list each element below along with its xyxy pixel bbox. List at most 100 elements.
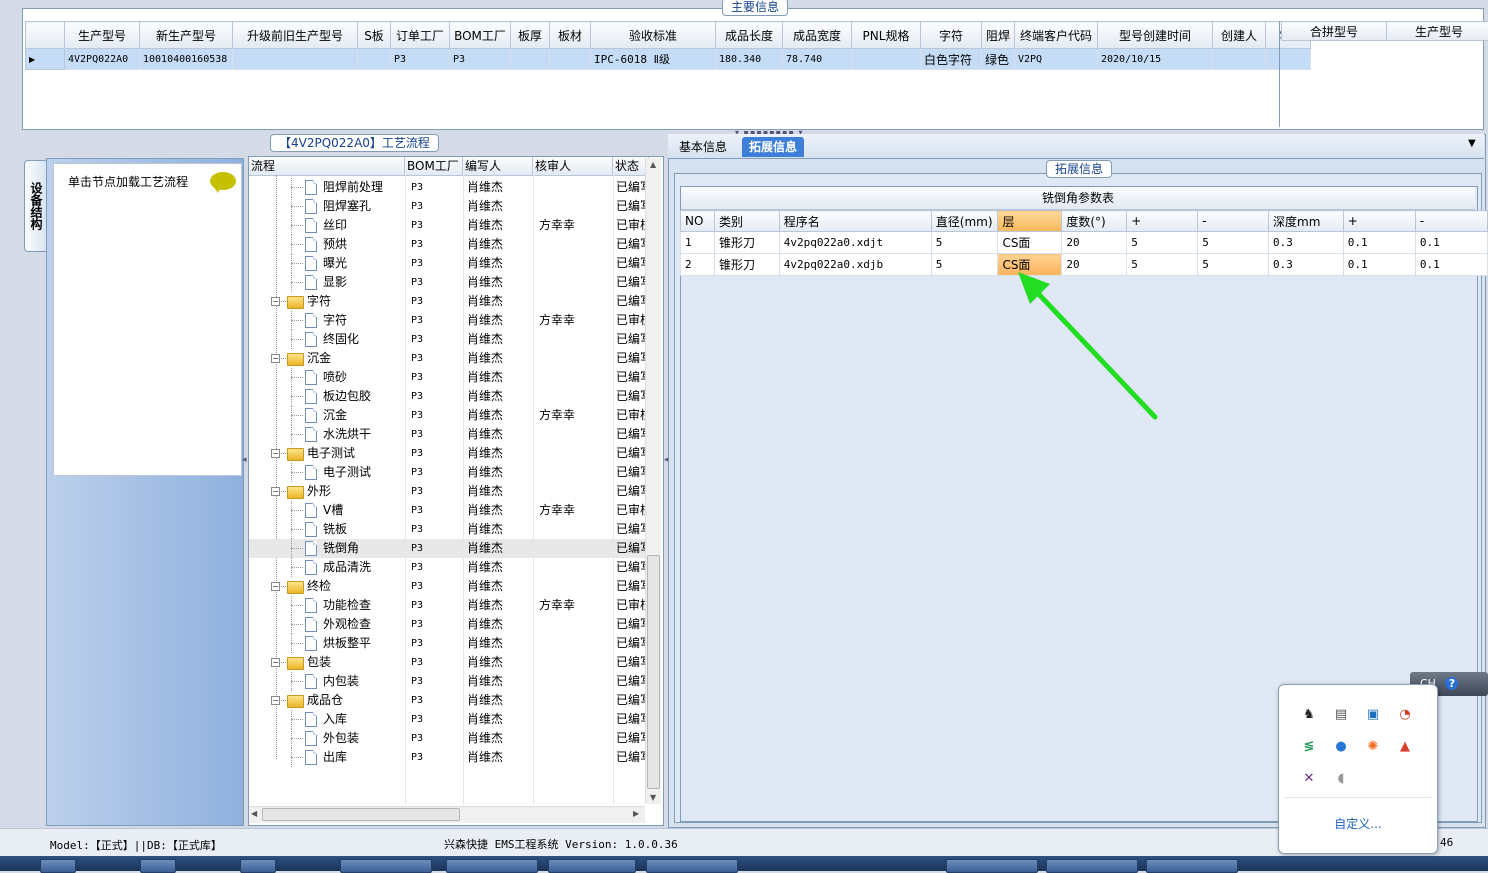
tree-node[interactable]: 水洗烘干P3肖维杰已编写 xyxy=(249,425,649,444)
chamfer-column-header[interactable]: - xyxy=(1198,211,1269,232)
tree-node[interactable]: 显影P3肖维杰已编写 xyxy=(249,273,649,292)
column-header[interactable]: 型号创建时间 xyxy=(1098,22,1213,49)
tree-node[interactable]: −字符P3肖维杰已编写 xyxy=(249,292,649,311)
load-hint-box[interactable]: 单击节点加载工艺流程 xyxy=(53,163,242,476)
tree-node[interactable]: 曝光P3肖维杰已编写 xyxy=(249,254,649,273)
table-cell[interactable]: 5 xyxy=(1198,232,1269,254)
collapse-icon[interactable]: − xyxy=(271,696,280,705)
table-cell[interactable]: 4v2pq022a0.xdjt xyxy=(779,232,931,254)
tree-node[interactable]: 内包装P3肖维杰已编写 xyxy=(249,672,649,691)
tree-node[interactable]: 烘板整平P3肖维杰已编写 xyxy=(249,634,649,653)
collapse-icon[interactable]: − xyxy=(271,297,280,306)
column-header[interactable]: 成品宽度 xyxy=(783,22,852,49)
tree-column-header[interactable]: 状态 xyxy=(613,157,649,175)
tree-node[interactable]: 电子测试P3肖维杰已编写 xyxy=(249,463,649,482)
tree-node[interactable]: V槽P3肖维杰方幸幸已审核 xyxy=(249,501,649,520)
tree-node[interactable]: 阻焊前处理P3肖维杰已编写 xyxy=(249,178,649,197)
table-cell[interactable]: 0.3 xyxy=(1269,232,1344,254)
table-cell[interactable] xyxy=(1266,49,1311,70)
column-header[interactable]: 成品长度 xyxy=(716,22,783,49)
tree-node[interactable]: 字符P3肖维杰方幸幸已审核 xyxy=(249,311,649,330)
table-cell[interactable]: 0.1 xyxy=(1343,232,1415,254)
table-cell[interactable]: 2020/10/15 xyxy=(1098,49,1213,70)
tree-node[interactable]: 终固化P3肖维杰已编写 xyxy=(249,330,649,349)
tree-node[interactable]: 预烘P3肖维杰已编写 xyxy=(249,235,649,254)
table-cell[interactable]: 0.1 xyxy=(1415,232,1487,254)
chamfer-column-header[interactable]: 深度mm xyxy=(1269,211,1344,232)
table-cell[interactable]: 5 xyxy=(931,254,998,276)
table-cell[interactable]: P3 xyxy=(391,49,450,70)
table-cell[interactable]: 锥形刀 xyxy=(715,232,780,254)
gear-orange-icon[interactable]: ✺ xyxy=(1365,739,1381,755)
table-row[interactable]: ▶4V2PQ022A010010400160538P3P3IPC-6018 Ⅱ级… xyxy=(26,49,1311,70)
table-cell[interactable]: 4V2PQ022A0 xyxy=(65,49,140,70)
table-cell[interactable] xyxy=(550,49,591,70)
table-cell[interactable]: 2 xyxy=(681,254,715,276)
table-cell[interactable]: 0.1 xyxy=(1343,254,1415,276)
table-cell[interactable]: 5 xyxy=(1198,254,1269,276)
tree-node[interactable]: 铣板P3肖维杰已编写 xyxy=(249,520,649,539)
tree-node[interactable]: 功能检查P3肖维杰方幸幸已审核 xyxy=(249,596,649,615)
tree-node[interactable]: 成品清洗P3肖维杰已编写 xyxy=(249,558,649,577)
column-header[interactable]: 板材 xyxy=(550,22,591,49)
collapse-left-handle[interactable]: ◂ xyxy=(242,455,247,465)
tree-column-header[interactable]: 核审人 xyxy=(533,157,613,175)
tree-node[interactable]: 入库P3肖维杰已编写 xyxy=(249,710,649,729)
tree-node[interactable]: 外观检查P3肖维杰已编写 xyxy=(249,615,649,634)
table-cell[interactable]: 5 xyxy=(1127,232,1198,254)
column-header[interactable]: 生产型号 xyxy=(1387,22,1488,41)
chamfer-column-header[interactable]: - xyxy=(1415,211,1487,232)
table-cell[interactable] xyxy=(233,49,358,70)
table-cell[interactable]: 白色字符 xyxy=(921,49,982,70)
tree-node[interactable]: 板边包胶P3肖维杰已编写 xyxy=(249,387,649,406)
column-header[interactable]: 新生产型号 xyxy=(140,22,233,49)
table-cell[interactable]: 20 xyxy=(1062,232,1127,254)
shield-blue-icon[interactable]: ● xyxy=(1333,739,1349,755)
collapse-icon[interactable]: − xyxy=(271,658,280,667)
tree-node[interactable]: −外形P3肖维杰已编写 xyxy=(249,482,649,501)
column-header[interactable]: PNL规格 xyxy=(852,22,921,49)
table-cell[interactable]: 绿色 xyxy=(982,49,1015,70)
side-tab-equipment[interactable]: 设备结构 xyxy=(24,160,47,252)
tree-vertical-scroll-thumb[interactable] xyxy=(647,555,660,789)
table-cell[interactable]: 10010400160538 xyxy=(140,49,233,70)
chamfer-column-header[interactable]: 程序名 xyxy=(779,211,931,232)
chamfer-column-header[interactable]: 层 xyxy=(998,211,1062,232)
tree-column-header[interactable]: 流程 xyxy=(249,157,405,175)
column-header[interactable]: BOM工厂 xyxy=(450,22,511,49)
column-header[interactable]: 终端客户代码 xyxy=(1015,22,1098,49)
help-icon[interactable]: ? xyxy=(1445,677,1458,690)
column-header[interactable]: 创建人 xyxy=(1213,22,1266,49)
column-header[interactable]: S板 xyxy=(358,22,391,49)
table-cell[interactable]: 180.340 xyxy=(716,49,783,70)
tree-column-header[interactable]: 编写人 xyxy=(463,157,533,175)
table-cell[interactable]: IPC-6018 Ⅱ级 xyxy=(591,49,716,70)
table-cell[interactable] xyxy=(852,49,921,70)
column-header[interactable]: 板厚 xyxy=(511,22,550,49)
tree-node[interactable]: −成品仓P3肖维杰已编写 xyxy=(249,691,649,710)
tree-node[interactable]: 外包装P3肖维杰已编写 xyxy=(249,729,649,748)
scroll-up-icon[interactable]: ▲ xyxy=(650,160,656,169)
table-cell[interactable]: 0.1 xyxy=(1415,254,1487,276)
antivirus-icon[interactable]: ◔ xyxy=(1397,707,1413,723)
chamfer-column-header[interactable]: 度数(°) xyxy=(1062,211,1127,232)
table-cell[interactable]: 锥形刀 xyxy=(715,254,780,276)
scroll-right-icon[interactable]: ▶ xyxy=(633,809,639,818)
table-row[interactable]: 1锥形刀4v2pq022a0.xdjt5CS面20550.30.10.1 xyxy=(681,232,1488,254)
column-header[interactable]: 生产型号 xyxy=(65,22,140,49)
network-icon[interactable]: ▣ xyxy=(1365,707,1381,723)
table-cell[interactable]: 4v2pq022a0.xdjb xyxy=(779,254,931,276)
table-cell[interactable] xyxy=(511,49,550,70)
tree-node[interactable]: 喷砂P3肖维杰已编写 xyxy=(249,368,649,387)
collapse-icon[interactable]: − xyxy=(271,582,280,591)
table-cell[interactable]: V2PQ xyxy=(1015,49,1098,70)
table-cell[interactable] xyxy=(1213,49,1266,70)
table-cell[interactable]: 1 xyxy=(681,232,715,254)
qq-icon[interactable]: ♞ xyxy=(1301,707,1317,723)
table-cell[interactable]: 0.3 xyxy=(1269,254,1344,276)
column-header[interactable]: 字符 xyxy=(921,22,982,49)
tree-node[interactable]: 铣倒角P3肖维杰已编写 xyxy=(249,539,649,558)
tray-customize-link[interactable]: 自定义... xyxy=(1279,815,1437,832)
table-cell[interactable]: CS面 xyxy=(998,232,1062,254)
tree-node[interactable]: 阻焊塞孔P3肖维杰已编写 xyxy=(249,197,649,216)
